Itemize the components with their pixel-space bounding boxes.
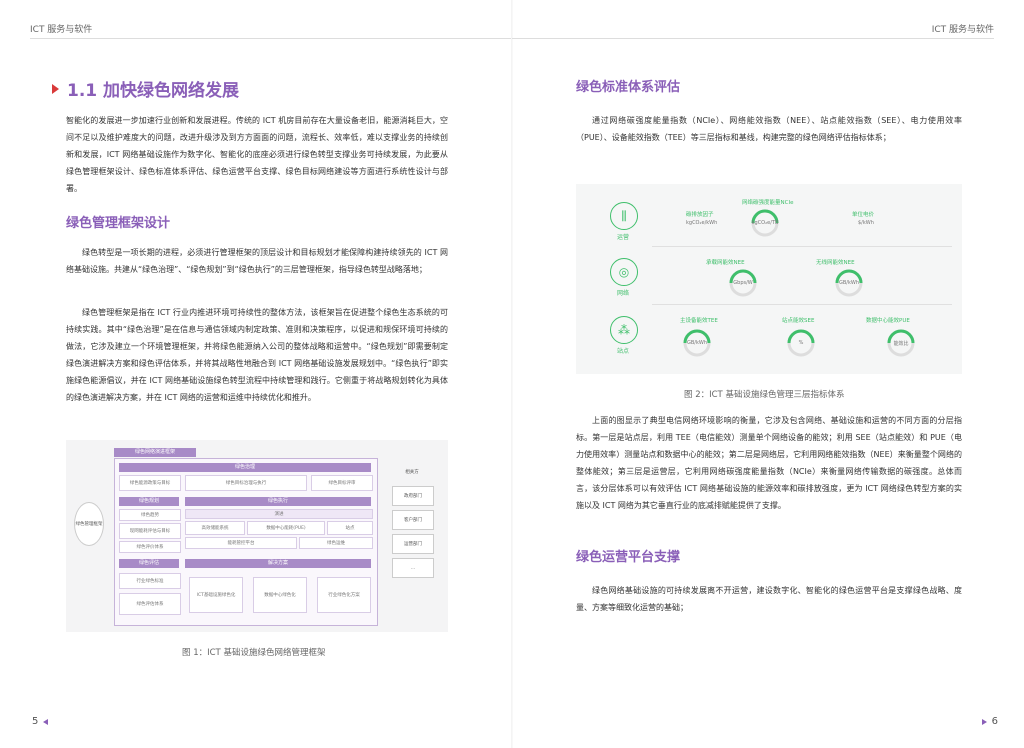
section-title-text: 1.1 加快绿色网络发展 (67, 81, 240, 101)
plan-item: 绿色趋势 (119, 509, 181, 521)
exec-head: 演进 (185, 509, 373, 519)
stakeholders-label: 相关方 (405, 470, 419, 475)
metrics-explanation-paragraph: 上面的图显示了典型电信网络环境影响的衡量，它涉及包含网络、基础设施和运营的不同方… (576, 416, 962, 510)
network-label: 网络 (617, 290, 630, 297)
right-page: ICT 服务与软件 绿色标准体系评估 通过网络碳强度能量指数（NCIe）、网络能… (512, 0, 1024, 748)
pue-label: 数据中心能效PUE (866, 318, 910, 324)
planning-layer: 绿色规划 (119, 497, 179, 506)
figure-2-caption: 图 2：ICT 基础设施绿色管理三层指标体系 (684, 390, 845, 400)
see-unit: % (798, 340, 804, 346)
gov-item: 绿色能源政策与目标 (119, 475, 181, 491)
row-divider (652, 246, 952, 247)
page-marker-icon (981, 718, 987, 725)
header-rule (30, 38, 512, 39)
unit-price-unit: $/kWh (858, 220, 874, 226)
ncie-unit: kgCO₂e/TB (751, 220, 779, 226)
pue-unit: 能效比 (893, 341, 909, 347)
framework-left-node: 绿色管理框架 (74, 502, 104, 546)
figure-1-management-framework: 绿色管理框架 绿色网络演进框架 绿色治理 绿色能源政策与目标 绿色目标治理与执行… (66, 440, 448, 632)
tee-label: 主设备能效TEE (680, 318, 718, 324)
exec-item: 数据中心能耗(PUE) (247, 521, 325, 535)
solution-item: ICT基础设施绿色化 (189, 577, 243, 613)
document-spread: ICT 服务与软件 1.1 加快绿色网络发展 智能化的发展进一步加速行业创新和发… (0, 0, 1024, 748)
ncie-title: 网络碳强度能量NCIe (742, 200, 794, 206)
standards-paragraph: 通过网络碳强度能量指数（NCIe）、网络能效指数（NEE）、站点能效指数（SEE… (576, 116, 962, 142)
exec-item: 站点 (327, 521, 373, 535)
exec-sub: 能耗管控平台 (185, 537, 297, 549)
nee-wireless-unit: GB/kWh (839, 280, 859, 286)
subsection-title: 绿色标准体系评估 (576, 80, 681, 95)
operations-label: 运营 (617, 234, 630, 241)
frame-box: 绿色治理 绿色能源政策与目标 绿色目标治理与执行 绿色目标评审 绿色规划 绿色执… (114, 458, 378, 626)
solution-item: 行业绿色化方案 (317, 577, 371, 613)
see-label: 站点能效SEE (782, 318, 815, 324)
exec-sub: 绿色运维 (299, 537, 373, 549)
frame-title: 绿色网络演进框架 (114, 448, 196, 457)
site-label: 站点 (617, 348, 630, 355)
site-icon: ⁂ (610, 316, 638, 344)
stakeholder-item: 客户部门 (392, 510, 434, 530)
subsection-title: 绿色管理框架设计 (66, 216, 171, 231)
carbon-factor-label: 碳排放因子 (686, 212, 714, 218)
left-page: ICT 服务与软件 1.1 加快绿色网络发展 智能化的发展进一步加速行业创新和发… (0, 0, 512, 748)
stakeholder-item: 政府部门 (392, 486, 434, 506)
gov-item: 绿色目标治理与执行 (185, 475, 307, 491)
section-title: 1.1 加快绿色网络发展 (52, 76, 239, 101)
tee-unit: GB/kWh (687, 340, 707, 346)
eval-item: 行业绿色标准 (119, 573, 181, 589)
framework-paragraph-2: 绿色管理框架是指在 ICT 行业内推进环境可持续性的整体方法，该框架旨在促进整个… (66, 308, 448, 402)
operations-paragraph: 绿色网络基础设施的可持续发展离不开运营，建设数字化、智能化的绿色运营平台是支撑绿… (576, 586, 962, 612)
framework-paragraph-1: 绿色转型是一项长期的进程，必须进行管理框架的顶层设计和目标规划才能保障构建持续领… (66, 248, 448, 274)
running-header-left: ICT 服务与软件 (30, 25, 93, 35)
page-number-right: 6 (981, 716, 998, 727)
header-rule (512, 38, 994, 39)
unit-price-label: 单位电价 (852, 212, 875, 218)
exec-item: 高效储能系统 (185, 521, 245, 535)
network-icon: ◎ (610, 258, 638, 286)
nee-transport-label: 承载网能效NEE (706, 260, 745, 266)
execution-layer: 绿色执行 (185, 497, 371, 506)
page-number-text: 5 (32, 716, 39, 727)
eval-item: 绿色评估体系 (119, 593, 181, 615)
stakeholder-item: ... (392, 558, 434, 578)
carbon-factor-unit: kgCO₂e/kWh (686, 220, 718, 226)
page-marker-icon (43, 718, 49, 725)
plan-item: 现网能耗评估与目标 (119, 523, 181, 539)
figure-2-three-layer-metrics: ⫼ 运营 ◎ 网络 ⁂ 站点 网络碳强度能量NCIe 碳排放因子 kgCO₂e/… (576, 184, 962, 374)
page-number-left: 5 (32, 716, 49, 727)
solution-item: 数据中心绿色化 (253, 577, 307, 613)
figure-1-caption: 图 1：ICT 基础设施绿色网络管理框架 (182, 648, 326, 658)
subsection-title: 绿色运营平台支撑 (576, 550, 681, 565)
section-marker-icon (52, 83, 59, 94)
stakeholder-item: 运营部门 (392, 534, 434, 554)
operations-icon: ⫼ (610, 202, 638, 230)
evaluation-layer: 绿色评估 (119, 559, 179, 568)
intro-paragraph: 智能化的发展进一步加速行业创新和发展进程。传统的 ICT 机房目前存在大量设备老… (66, 116, 448, 193)
nee-transport-unit: Gbps/W (733, 280, 753, 286)
page-number-text: 6 (991, 716, 998, 727)
running-header-right: ICT 服务与软件 (931, 25, 994, 35)
row-divider (652, 304, 952, 305)
nee-wireless-label: 无线网能效NEE (816, 260, 855, 266)
plan-item: 绿色评价体系 (119, 541, 181, 553)
gov-item: 绿色目标评审 (311, 475, 373, 491)
governance-layer: 绿色治理 (119, 463, 371, 472)
solution-layer: 解决方案 (185, 559, 371, 568)
